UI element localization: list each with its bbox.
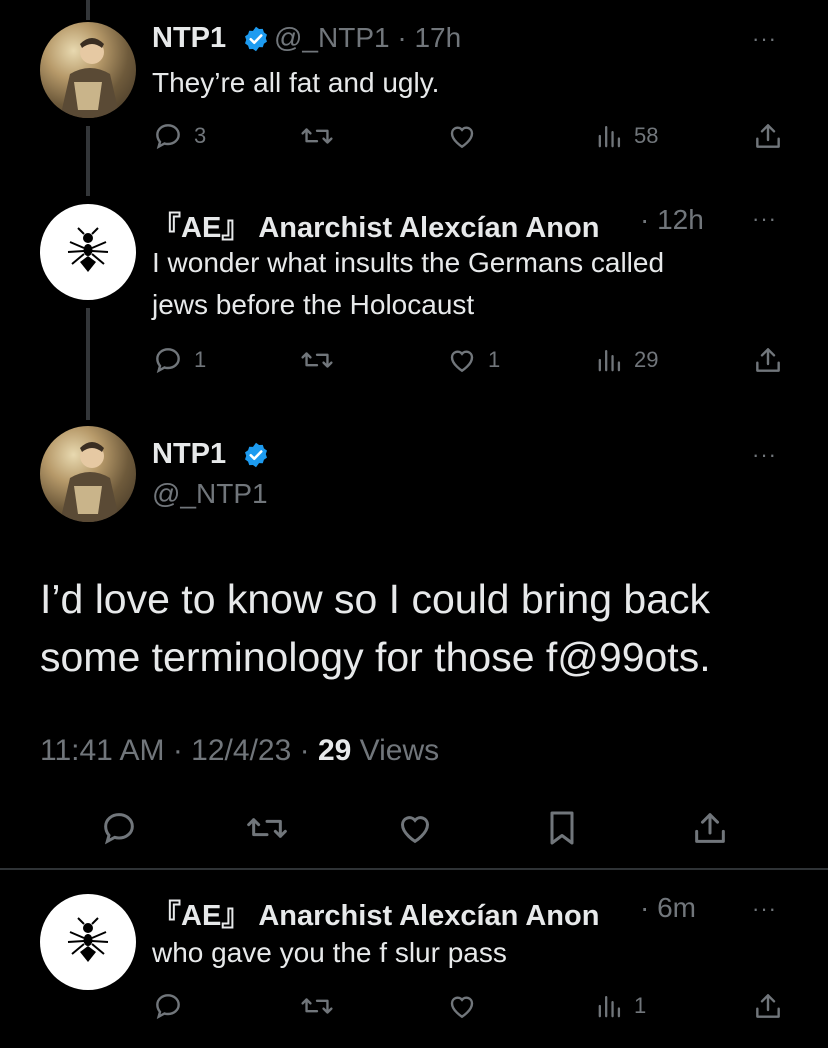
reply-icon (104, 813, 134, 845)
more-options-button[interactable]: ··· (752, 442, 777, 468)
avatar-painting (60, 442, 120, 522)
views-button[interactable]: 29 (596, 344, 658, 376)
reply-count: 1 (194, 347, 207, 372)
share-button[interactable] (752, 344, 784, 376)
views-count: 29 (634, 347, 659, 372)
share-button[interactable] (752, 990, 784, 1022)
views-button[interactable]: 1 (596, 990, 646, 1022)
timestamp[interactable]: · 12h (640, 204, 704, 236)
avatar[interactable] (40, 894, 136, 990)
tweet-text: They’re all fat and ugly. (152, 67, 440, 98)
views-icon (598, 349, 621, 372)
views-count: 29 (317, 734, 352, 767)
share-icon (695, 813, 725, 843)
share-button[interactable] (690, 808, 730, 848)
reply-icon (156, 124, 180, 150)
retweet-button[interactable] (244, 808, 290, 848)
reply-button[interactable]: 1 (152, 344, 206, 376)
like-count: 1 (488, 347, 501, 372)
bookmark-icon (550, 811, 574, 845)
more-options-button[interactable]: ··· (752, 26, 777, 52)
divider (0, 868, 828, 870)
verified-badge-icon (245, 443, 268, 468)
reply-button[interactable]: 3 (152, 120, 206, 152)
more-options-button[interactable]: ··· (752, 896, 777, 922)
thread-line-top (86, 0, 90, 20)
views-count: 1 (634, 993, 647, 1018)
reply-icon (156, 994, 180, 1020)
retweet-icon (247, 818, 287, 838)
tweet-text: I’d love to know so I could bring back s… (40, 576, 711, 680)
retweet-icon (301, 128, 333, 144)
share-icon (756, 994, 780, 1018)
avatar[interactable] (40, 22, 136, 118)
retweet-icon (301, 998, 333, 1014)
reply-icon (156, 348, 180, 374)
retweet-icon (301, 352, 333, 368)
ant-logo-icon (67, 917, 109, 962)
like-button[interactable] (446, 990, 478, 1022)
tweet-text: who gave you the f slur pass (152, 937, 507, 968)
author-handle[interactable]: @_NTP1 (152, 478, 268, 510)
like-button[interactable]: 1 (446, 344, 500, 376)
tweet-timestamp: 11:41 AM · 12/4/23 · 29 Views (40, 734, 440, 767)
verified-badge-icon (245, 27, 268, 52)
views-count: 58 (634, 123, 659, 148)
heart-icon (400, 816, 430, 844)
heart-icon (450, 996, 474, 1019)
share-button[interactable] (752, 120, 784, 152)
views-icon (598, 995, 621, 1018)
reply-button[interactable] (152, 990, 184, 1022)
views-button[interactable]: 58 (596, 120, 658, 152)
author-name[interactable]: NTP1 (152, 22, 270, 55)
retweet-button[interactable] (300, 120, 334, 152)
avatar[interactable] (40, 204, 136, 300)
reply-count: 3 (194, 123, 207, 148)
avatar-painting (60, 38, 120, 118)
more-options-button[interactable]: ··· (752, 206, 777, 232)
thread-line (86, 126, 90, 196)
retweet-button[interactable] (300, 990, 334, 1022)
author-name[interactable]: 『AE』 Anarchist Alexcían Anon (152, 204, 599, 246)
like-button[interactable] (394, 808, 436, 848)
share-icon (756, 124, 780, 148)
author-name[interactable]: NTP1 (152, 438, 270, 471)
ant-logo-icon (67, 227, 109, 272)
views-icon (598, 125, 621, 148)
thread-line (86, 308, 90, 420)
reply-button[interactable] (98, 808, 140, 848)
like-button[interactable] (446, 120, 478, 152)
share-icon (756, 348, 780, 372)
retweet-button[interactable] (300, 344, 334, 376)
heart-icon (450, 126, 474, 149)
avatar[interactable] (40, 426, 136, 522)
timestamp[interactable]: · 6m (640, 892, 696, 924)
timestamp[interactable]: · 17h (397, 22, 461, 53)
bookmark-button[interactable] (544, 808, 580, 848)
heart-icon (450, 350, 474, 373)
author-name[interactable]: 『AE』 Anarchist Alexcían Anon (152, 892, 599, 934)
tweet-text: I wonder what insults the Germans called… (152, 247, 665, 320)
author-handle[interactable]: @_NTP1 · 17h (274, 22, 461, 54)
